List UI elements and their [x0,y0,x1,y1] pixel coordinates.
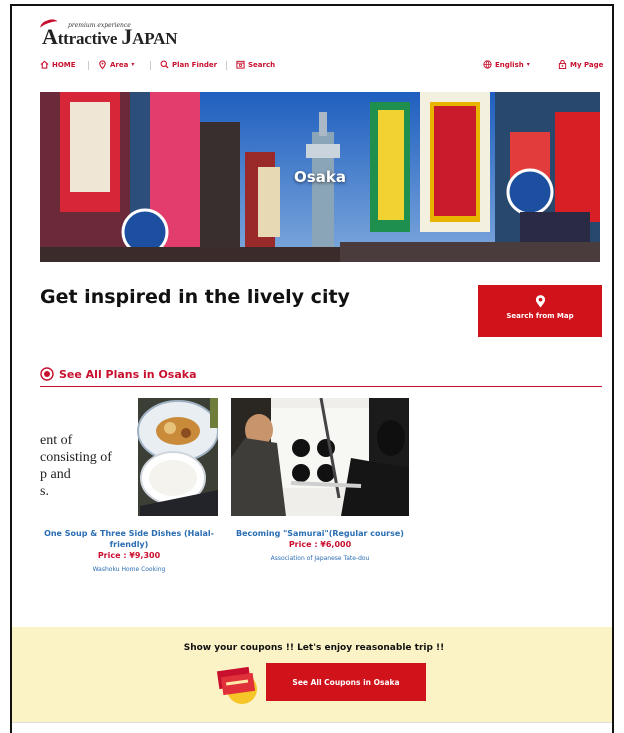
plan-card-price: Price : ¥9,300 [97,551,161,560]
nav-search[interactable]: Search [236,60,275,69]
search-icon [160,60,169,69]
nav-search-label: Search [248,60,276,69]
browser-frame: premium experience Attractive JAPAN HOME… [10,4,614,733]
nav-area-label: Area [110,60,129,69]
nav-home-label: HOME [52,60,76,69]
user-lock-icon [558,60,567,69]
plan-card-image [231,398,409,516]
nav-divider [226,61,227,70]
page-headline: Get inspired in the lively city [40,286,350,308]
calendar-search-icon [236,60,245,69]
target-icon [40,367,54,381]
see-all-plans-link[interactable]: See All Plans in Osaka [40,367,602,387]
chevron-down-icon: ▾ [131,61,135,68]
see-all-plans-label: See All Plans in Osaka [59,367,197,381]
plan-card[interactable]: ent of consisting of p and s. One Soup &… [40,398,218,573]
map-pin-icon [535,295,545,308]
nav-my-page-label: My Page [570,60,604,69]
coupon-ticket-icon [216,663,262,705]
globe-icon [483,60,492,69]
language-selector[interactable]: English ▾ [483,60,530,69]
plan-card-title[interactable]: Becoming "Samurai"(Regular course) [231,528,409,539]
nav-divider [150,61,151,70]
see-all-coupons-button[interactable]: See All Coupons in Osaka [266,663,426,701]
hero-title: Osaka [294,168,346,186]
hero-banner: Osaka [40,92,600,262]
plan-card[interactable]: Becoming "Samurai"(Regular course) Price… [231,398,409,562]
nav-divider [88,61,89,70]
card-image-caption: ent of consisting of p and s. [40,433,112,499]
language-label: English [495,60,524,69]
plan-card-provider[interactable]: Association of Japanese Tate-dou [231,555,409,562]
nav-area[interactable]: Area ▾ [98,60,134,69]
home-icon [40,60,49,69]
coupon-promo-text: Show your coupons !! Let's enjoy reasona… [183,643,445,653]
site-logo[interactable]: premium experience Attractive JAPAN [38,17,177,50]
logo-tagline: premium experience [68,22,131,29]
nav-my-page[interactable]: My Page [558,60,603,69]
search-from-map-label: Search from Map [506,312,574,320]
samurai-photo-image [231,398,409,516]
chevron-down-icon: ▾ [526,61,530,68]
nav-plan-finder-label: Plan Finder [172,60,218,69]
plan-card-provider[interactable]: Washoku Home Cooking [40,566,218,573]
nav-plan-finder[interactable]: Plan Finder [160,60,217,69]
pin-icon [99,60,106,69]
nav-home[interactable]: HOME [40,60,76,69]
plan-card-title[interactable]: One Soup & Three Side Dishes (Halal-frie… [40,528,218,550]
search-from-map-button[interactable]: Search from Map [478,285,602,337]
main-nav: HOME Area ▾ Plan Finder Search English ▾… [40,60,603,74]
footer-divider [12,722,612,723]
plan-card-image: ent of consisting of p and s. [40,398,218,516]
plan-card-price: Price : ¥6,000 [288,540,352,549]
coupon-section: Show your coupons !! Let's enjoy reasona… [12,627,612,722]
